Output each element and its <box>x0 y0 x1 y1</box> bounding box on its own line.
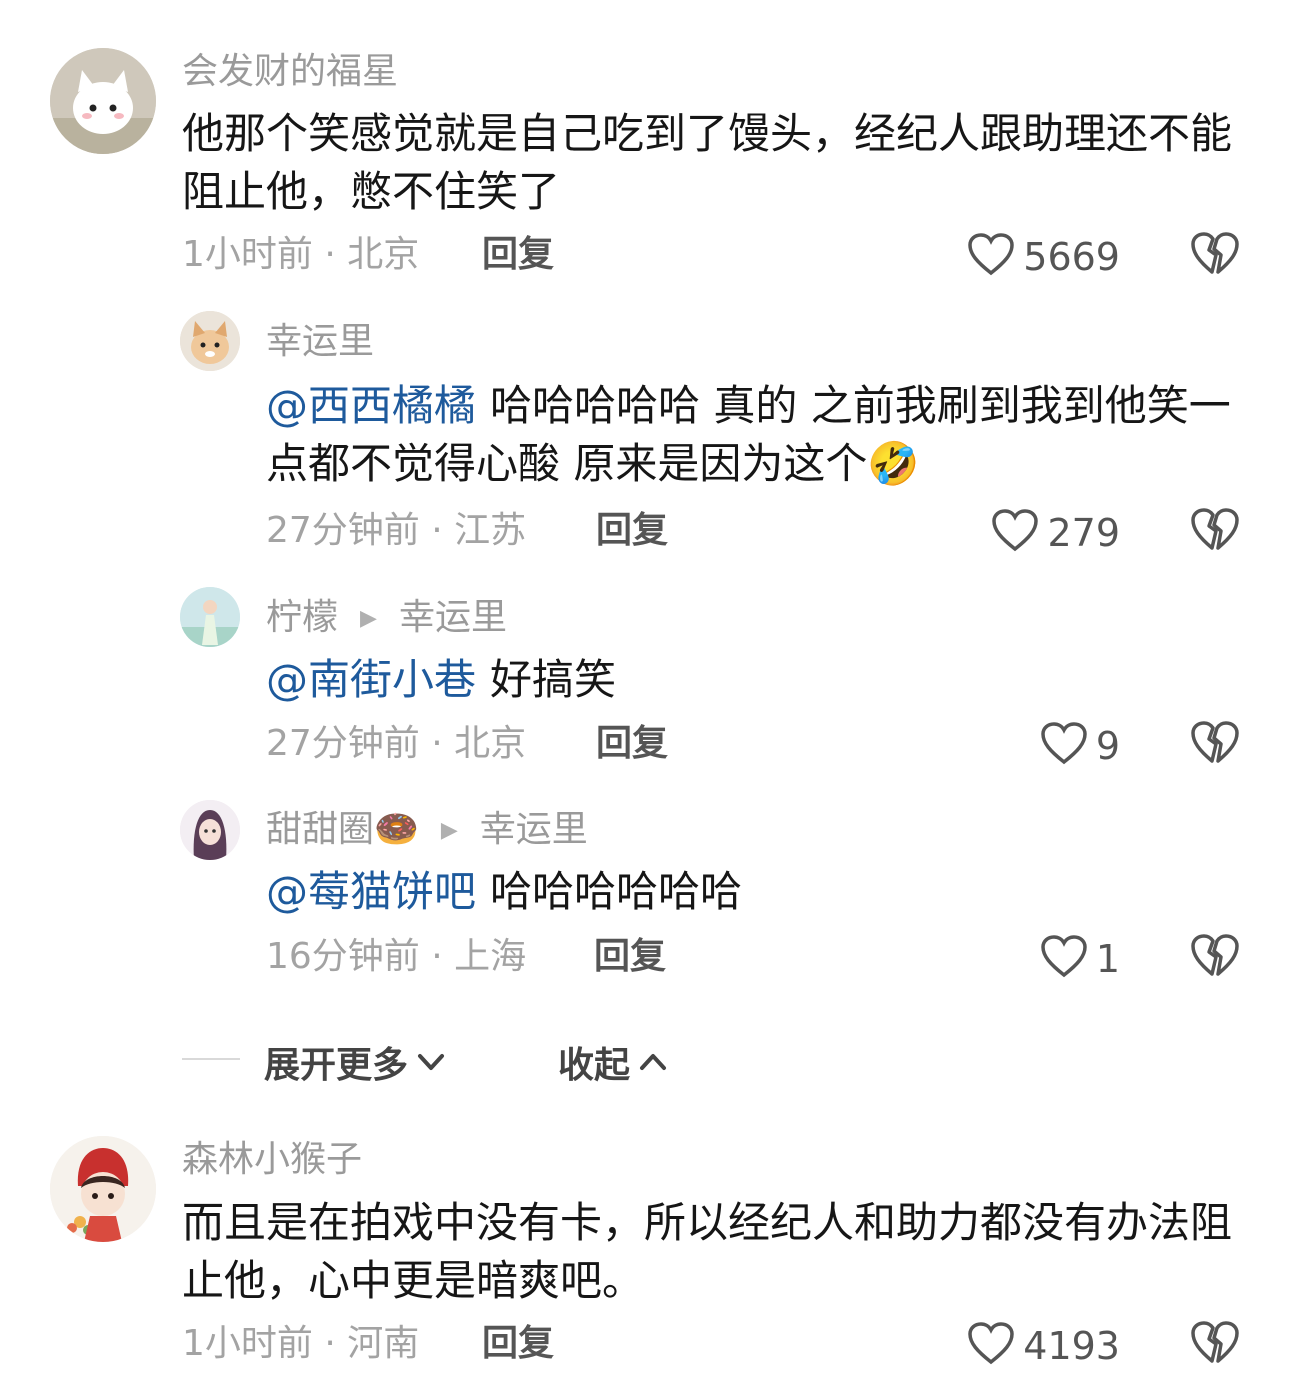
broken-heart-icon <box>1191 934 1239 976</box>
divider <box>182 1058 240 1060</box>
like-count: 4193 <box>1023 1324 1120 1368</box>
heart-outline-icon <box>967 1321 1015 1371</box>
heart-outline-icon <box>967 232 1015 282</box>
avatar[interactable] <box>50 1136 156 1242</box>
laughing-emoji: 🤣 <box>867 439 920 488</box>
expand-more-button[interactable]: 展开更多 <box>264 1036 448 1088</box>
dislike-button[interactable] <box>1190 719 1240 769</box>
dislike-button[interactable] <box>1190 1319 1240 1369</box>
reply-button[interactable]: 回复 <box>482 1326 554 1362</box>
username[interactable]: 森林小猴子 <box>182 1142 362 1178</box>
dislike-button[interactable] <box>1190 230 1240 280</box>
dislike-button[interactable] <box>1190 932 1240 982</box>
chevron-up-icon <box>640 1054 667 1070</box>
triangle-right-icon: ▶ <box>440 818 458 843</box>
avatar[interactable] <box>180 311 240 371</box>
comment-text: 他那个笑感觉就是自己吃到了馒头，经纪人跟助理还不能阻止他，憋不住笑了 <box>182 109 1233 216</box>
time-location: 27分钟前 · 北京 <box>266 723 527 764</box>
reply-body: 好搞笑 <box>490 655 617 704</box>
time-location: 27分钟前 · 江苏 <box>266 510 527 551</box>
chevron-down-icon <box>418 1054 445 1070</box>
mention-link[interactable]: @南街小巷 <box>266 655 476 704</box>
heart-outline-icon <box>1040 934 1088 984</box>
reply-text: @莓猫饼吧 哈哈哈哈哈哈 <box>266 863 1246 921</box>
dislike-button[interactable] <box>1190 506 1240 556</box>
reply-button[interactable]: 回复 <box>482 237 554 273</box>
avatar[interactable] <box>50 48 156 154</box>
broken-heart-icon <box>1191 721 1239 763</box>
avatar[interactable] <box>180 587 240 647</box>
like-button[interactable]: 5669 <box>967 232 1120 282</box>
reply-body: 哈哈哈哈哈哈 <box>490 867 743 916</box>
reply-button[interactable]: 回复 <box>596 726 668 762</box>
like-count: 5669 <box>1023 235 1120 279</box>
reply-button[interactable]: 回复 <box>594 939 666 975</box>
avatar[interactable] <box>180 800 240 860</box>
heart-outline-icon <box>991 508 1039 558</box>
username[interactable]: 甜甜圈 <box>266 809 374 850</box>
time-location: 1小时前 · 北京 <box>182 234 420 275</box>
username[interactable]: 会发财的福星 <box>182 54 398 90</box>
collapse-label: 收起 <box>558 1045 631 1086</box>
collapse-button[interactable]: 收起 <box>558 1036 670 1088</box>
broken-heart-icon <box>1191 508 1239 550</box>
reply-text: @西西橘橘 哈哈哈哈哈 真的 之前我刷到我到他笑一点都不觉得心酸 原来是因为这个🤣 <box>266 377 1246 493</box>
reply-to-username[interactable]: 幸运里 <box>399 597 507 638</box>
reply-to-username[interactable]: 幸运里 <box>480 809 588 850</box>
time-location: 1小时前 · 河南 <box>182 1323 420 1364</box>
triangle-right-icon: ▶ <box>360 606 377 631</box>
username[interactable]: 幸运里 <box>266 324 374 360</box>
donut-emoji: 🍩 <box>374 809 419 850</box>
reply-header: 柠檬 ▶ 幸运里 <box>266 600 507 636</box>
broken-heart-icon <box>1191 232 1239 274</box>
expand-label: 展开更多 <box>264 1045 409 1086</box>
comment-text: 而且是在拍戏中没有卡，所以经纪人和助力都没有办法阻止他，心中更是暗爽吧。 <box>182 1198 1233 1305</box>
reply-header: 甜甜圈🍩 ▶ 幸运里 <box>266 812 588 848</box>
heart-outline-icon <box>1040 721 1088 771</box>
reply-text: @南街小巷 好搞笑 <box>266 651 1246 709</box>
mention-link[interactable]: @莓猫饼吧 <box>266 867 476 916</box>
like-count: 279 <box>1047 511 1120 555</box>
broken-heart-icon <box>1191 1321 1239 1363</box>
like-button[interactable]: 4193 <box>967 1321 1120 1371</box>
like-count: 9 <box>1095 724 1120 768</box>
like-button[interactable]: 279 <box>991 508 1120 558</box>
reply-button[interactable]: 回复 <box>596 513 668 549</box>
like-button[interactable]: 1 <box>1040 934 1120 984</box>
thread-controls: 展开更多 收起 <box>0 1030 1290 1090</box>
time-location: 16分钟前 · 上海 <box>266 936 527 977</box>
mention-link[interactable]: @西西橘橘 <box>266 381 476 430</box>
like-count: 1 <box>1095 937 1120 981</box>
username[interactable]: 柠檬 <box>266 597 338 638</box>
like-button[interactable]: 9 <box>1040 721 1120 771</box>
